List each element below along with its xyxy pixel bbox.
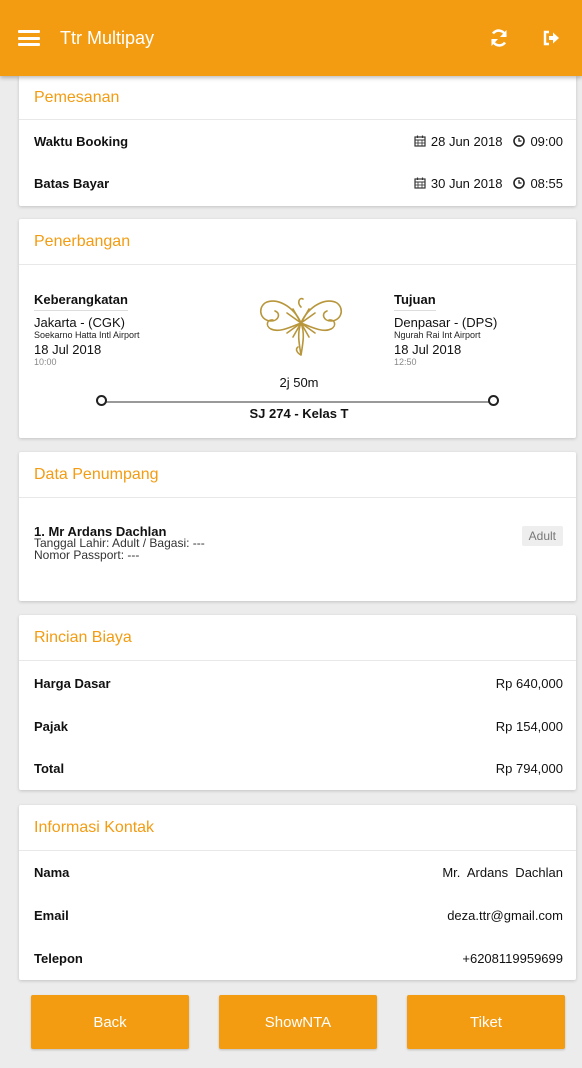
flight-card: Penerbangan Keberangkatan Jakarta - (CGK… [19, 219, 576, 438]
calendar-icon [414, 177, 426, 189]
booking-date: 28 Jun 2018 [430, 133, 503, 149]
ticket-button[interactable]: Tiket [407, 995, 565, 1049]
arrival-date: 18 Jul 2018 [394, 342, 462, 357]
booking-clock: 09:00 [530, 133, 563, 149]
ornament-icon [257, 293, 345, 359]
contact-value: +6208119959699 [462, 951, 563, 966]
show-nta-button[interactable]: ShowNTA [219, 995, 377, 1049]
origin-dot [96, 395, 107, 406]
sign-out-icon[interactable] [540, 27, 562, 49]
payment-deadline-date: 30 Jun 2018 [430, 175, 503, 191]
flight-number: SJ 274 - Kelas T [249, 406, 349, 421]
departure-time: 10:00 [34, 357, 57, 367]
cost-card: Rincian Biaya Harga Dasar Rp 640,000 Paj… [19, 615, 576, 790]
cost-value: Rp 154,000 [495, 718, 563, 734]
contact-label: Email [34, 908, 69, 923]
cost-value: Rp 794,000 [495, 760, 563, 776]
contact-row: Telepon +6208119959699 [19, 937, 576, 980]
flight-card-title: Penerbangan [19, 219, 576, 265]
app-title: Ttr Multipay [60, 27, 155, 48]
flight-duration: 2j 50m [279, 375, 319, 390]
cost-row: Total Rp 794,000 [19, 747, 576, 789]
action-bar: Back ShowNTA Tiket [31, 995, 565, 1049]
departure-date: 18 Jul 2018 [34, 342, 102, 357]
payment-deadline-row: Batas Bayar 30 Jun 2018 08:55 [19, 162, 576, 204]
booking-time-label: Waktu Booking [34, 133, 129, 149]
passenger-card-title: Data Penumpang [19, 452, 576, 498]
cost-label: Pajak [34, 718, 68, 734]
contact-row: Email deza.ttr@gmail.com [19, 894, 576, 937]
calendar-icon [414, 135, 426, 147]
departure-block: Keberangkatan Jakarta - (CGK) Soekarno H… [34, 291, 140, 367]
contact-value: Mr. Ardans Dachlan [442, 865, 563, 880]
arrival-label: Tujuan [394, 292, 436, 311]
booking-card: Pemesanan Waktu Booking 28 Jun 2018 09:0… [19, 76, 576, 206]
cost-card-title: Rincian Biaya [19, 615, 576, 661]
clock-icon [513, 135, 526, 147]
contact-row: Nama Mr. Ardans Dachlan [19, 851, 576, 894]
payment-deadline-clock: 08:55 [530, 175, 563, 191]
refresh-icon[interactable] [488, 27, 510, 49]
booking-card-title: Pemesanan [19, 76, 576, 120]
cost-label: Harga Dasar [34, 675, 111, 691]
contact-card-title: Informasi Kontak [19, 805, 576, 851]
arrival-city: Denpasar - (DPS) [394, 315, 498, 330]
arrival-airport: Ngurah Rai Int Airport [394, 330, 481, 340]
booking-time-row: Waktu Booking 28 Jun 2018 09:00 [19, 120, 576, 162]
cost-label: Total [34, 760, 65, 776]
list-item: 1. Mr Ardans Dachlan Tanggal Lahir: Adul… [19, 498, 576, 600]
passenger-card: Data Penumpang 1. Mr Ardans Dachlan Tang… [19, 452, 576, 601]
passenger-passport: Nomor Passport: --- [34, 548, 140, 562]
clock-icon [513, 177, 526, 189]
contact-value: deza.ttr@gmail.com [447, 908, 563, 923]
route-line [105, 401, 491, 403]
hamburger-icon[interactable] [18, 30, 40, 46]
app-bar: Ttr Multipay [0, 0, 582, 76]
back-button[interactable]: Back [31, 995, 189, 1049]
passenger-type-badge: Adult [521, 526, 563, 546]
departure-city: Jakarta - (CGK) [34, 315, 126, 330]
contact-label: Nama [34, 865, 70, 880]
payment-deadline-label: Batas Bayar [34, 175, 110, 191]
arrival-time: 12:50 [394, 357, 417, 367]
arrival-block: Tujuan Denpasar - (DPS) Ngurah Rai Int A… [394, 291, 497, 367]
departure-airport: Soekarno Hatta Intl Airport [34, 330, 140, 340]
departure-label: Keberangkatan [34, 292, 128, 311]
contact-label: Telepon [34, 951, 83, 966]
cost-row: Pajak Rp 154,000 [19, 705, 576, 747]
destination-dot [488, 395, 499, 406]
contact-card: Informasi Kontak Nama Mr. Ardans Dachlan… [19, 805, 576, 980]
cost-row: Harga Dasar Rp 640,000 [19, 661, 576, 705]
cost-value: Rp 640,000 [495, 675, 563, 691]
